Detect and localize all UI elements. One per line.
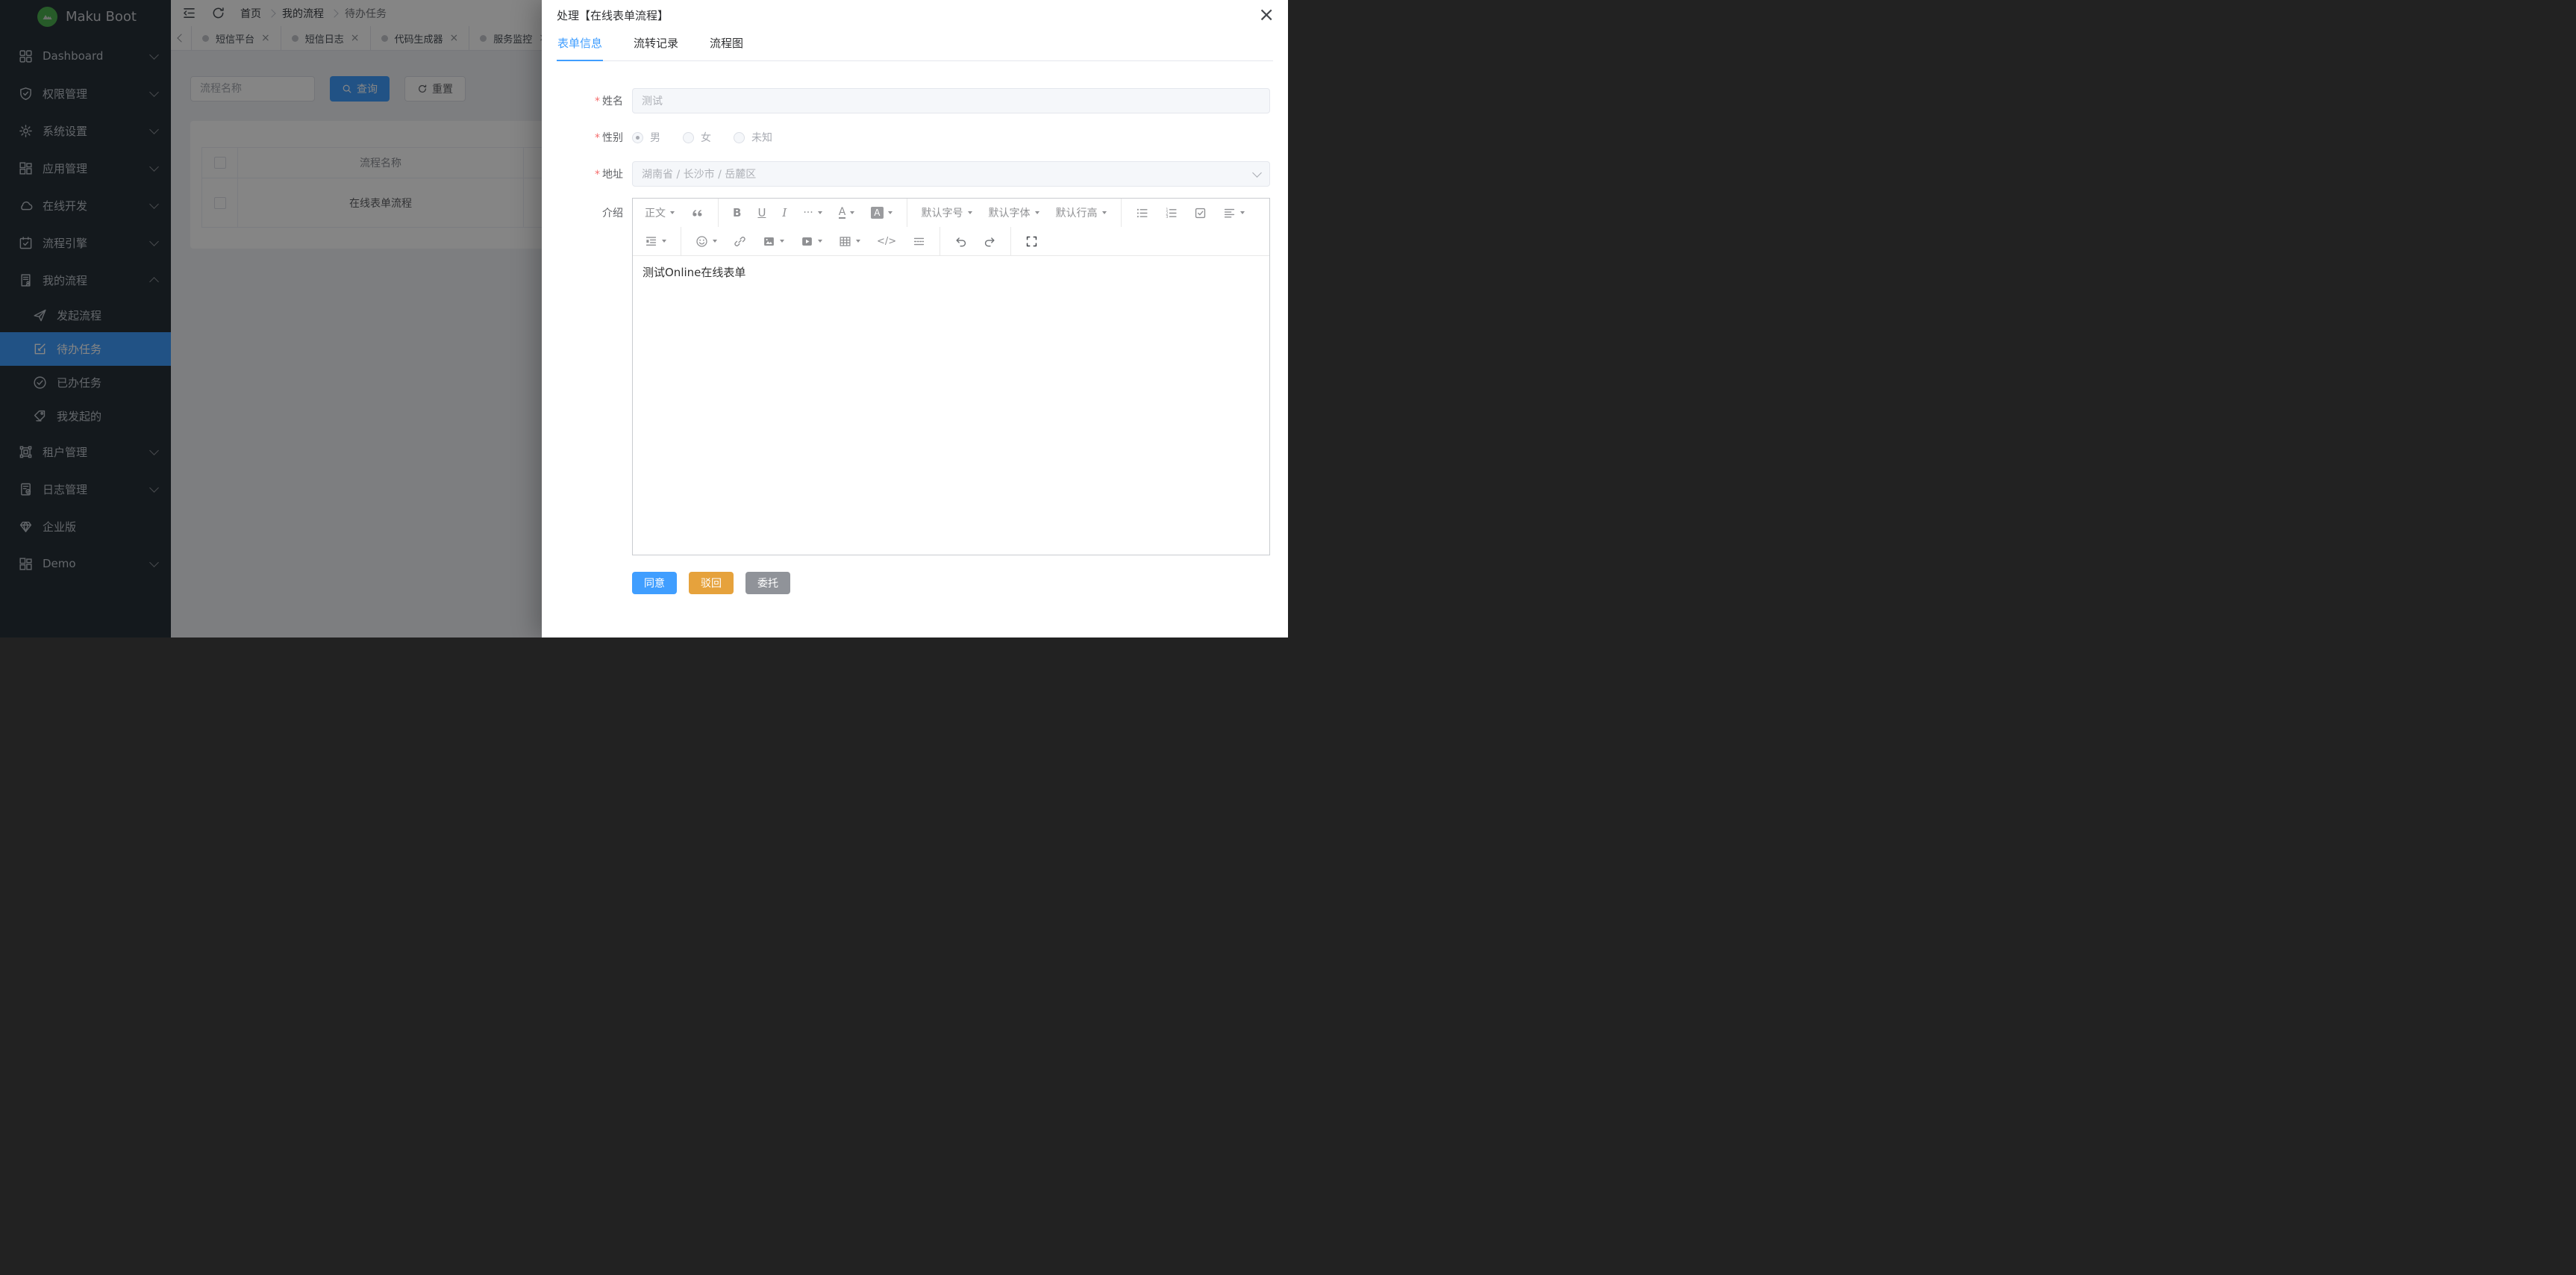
reject-button[interactable]: 驳回 <box>689 572 734 594</box>
form-row-intro: 介绍 正文 B U I ··· A <box>557 198 1270 555</box>
form-row-gender: *性别 男 女 未知 <box>557 125 1270 150</box>
tab-form-info[interactable]: 表单信息 <box>557 26 603 61</box>
drawer-close-icon[interactable]: × <box>1258 7 1275 22</box>
bullet-list-icon[interactable] <box>1128 199 1157 227</box>
gender-radio-group: 男 女 未知 <box>632 125 795 150</box>
radio-male[interactable]: 男 <box>632 130 660 145</box>
radio-selected-icon <box>632 132 643 143</box>
line-height-dropdown[interactable]: 默认行高 <box>1048 199 1115 227</box>
toolbar-divider <box>1010 227 1011 255</box>
link-icon[interactable] <box>725 227 754 255</box>
bold-button[interactable]: B <box>725 199 749 227</box>
form-row-address: *地址 湖南省 / 长沙市 / 岳麓区 <box>557 161 1270 187</box>
blockquote-icon[interactable] <box>683 199 712 227</box>
drawer-title: 处理【在线表单流程】 <box>557 7 669 23</box>
svg-text:3: 3 <box>1166 215 1168 219</box>
rich-text-editor: 正文 B U I ··· A A 默认字号 <box>632 198 1270 555</box>
drawer-header: 处理【在线表单流程】 × <box>542 0 1288 23</box>
name-field: 测试 <box>632 88 1270 113</box>
align-dropdown[interactable] <box>1215 199 1253 227</box>
todo-list-icon[interactable] <box>1186 199 1215 227</box>
toolbar-divider <box>718 199 719 227</box>
process-drawer: 处理【在线表单流程】 × 表单信息 流转记录 流程图 *姓名 测试 *性别 男 <box>542 0 1288 638</box>
drawer-tabs: 表单信息 流转记录 流程图 <box>557 26 1273 61</box>
bg-color-dropdown[interactable]: A <box>863 199 900 227</box>
drawer-form: *姓名 测试 *性别 男 女 <box>542 61 1288 594</box>
radio-unknown[interactable]: 未知 <box>734 130 772 145</box>
toolbar-divider <box>1121 199 1122 227</box>
font-color-dropdown[interactable]: A <box>831 199 863 227</box>
more-styles-dropdown[interactable]: ··· <box>795 199 830 227</box>
fullscreen-icon[interactable] <box>1017 227 1046 255</box>
address-label: *地址 <box>557 166 632 181</box>
name-label: *姓名 <box>557 93 632 108</box>
chevron-down-icon <box>1252 168 1262 178</box>
ordered-list-icon[interactable]: 123 <box>1157 199 1186 227</box>
app-root: Maku Boot Dashboard 权限管理 系统设置 应用管理 <box>0 0 1288 638</box>
video-dropdown[interactable] <box>793 227 831 255</box>
tab-flow-diagram[interactable]: 流程图 <box>709 26 744 60</box>
undo-icon[interactable] <box>946 227 975 255</box>
gender-label: *性别 <box>557 130 632 145</box>
intro-label: 介绍 <box>557 198 632 220</box>
radio-icon <box>734 132 745 143</box>
radio-icon <box>683 132 694 143</box>
divider-line-icon[interactable] <box>904 227 934 255</box>
redo-icon[interactable] <box>975 227 1004 255</box>
emoji-dropdown[interactable] <box>687 227 725 255</box>
font-family-dropdown[interactable]: 默认字体 <box>981 199 1048 227</box>
editor-content[interactable]: 测试Online在线表单 <box>633 256 1269 555</box>
drawer-actions: 同意 驳回 委托 <box>632 572 1270 594</box>
radio-female[interactable]: 女 <box>683 130 711 145</box>
tab-flow-records[interactable]: 流转记录 <box>633 26 679 60</box>
delegate-button[interactable]: 委托 <box>745 572 790 594</box>
image-dropdown[interactable] <box>754 227 793 255</box>
underline-button[interactable]: U <box>749 199 774 227</box>
paragraph-style-dropdown[interactable]: 正文 <box>637 199 683 227</box>
code-block-button[interactable]: </> <box>869 227 904 255</box>
address-select: 湖南省 / 长沙市 / 岳麓区 <box>632 161 1270 187</box>
italic-button[interactable]: I <box>774 199 795 227</box>
indent-dropdown[interactable] <box>637 227 675 255</box>
editor-toolbar-row-1: 正文 B U I ··· A A 默认字号 <box>637 199 1266 227</box>
editor-toolbar: 正文 B U I ··· A A 默认字号 <box>633 199 1269 256</box>
font-size-dropdown[interactable]: 默认字号 <box>913 199 981 227</box>
agree-button[interactable]: 同意 <box>632 572 677 594</box>
table-dropdown[interactable] <box>831 227 869 255</box>
editor-toolbar-row-2: </> <box>637 227 1266 255</box>
form-row-name: *姓名 测试 <box>557 88 1270 113</box>
